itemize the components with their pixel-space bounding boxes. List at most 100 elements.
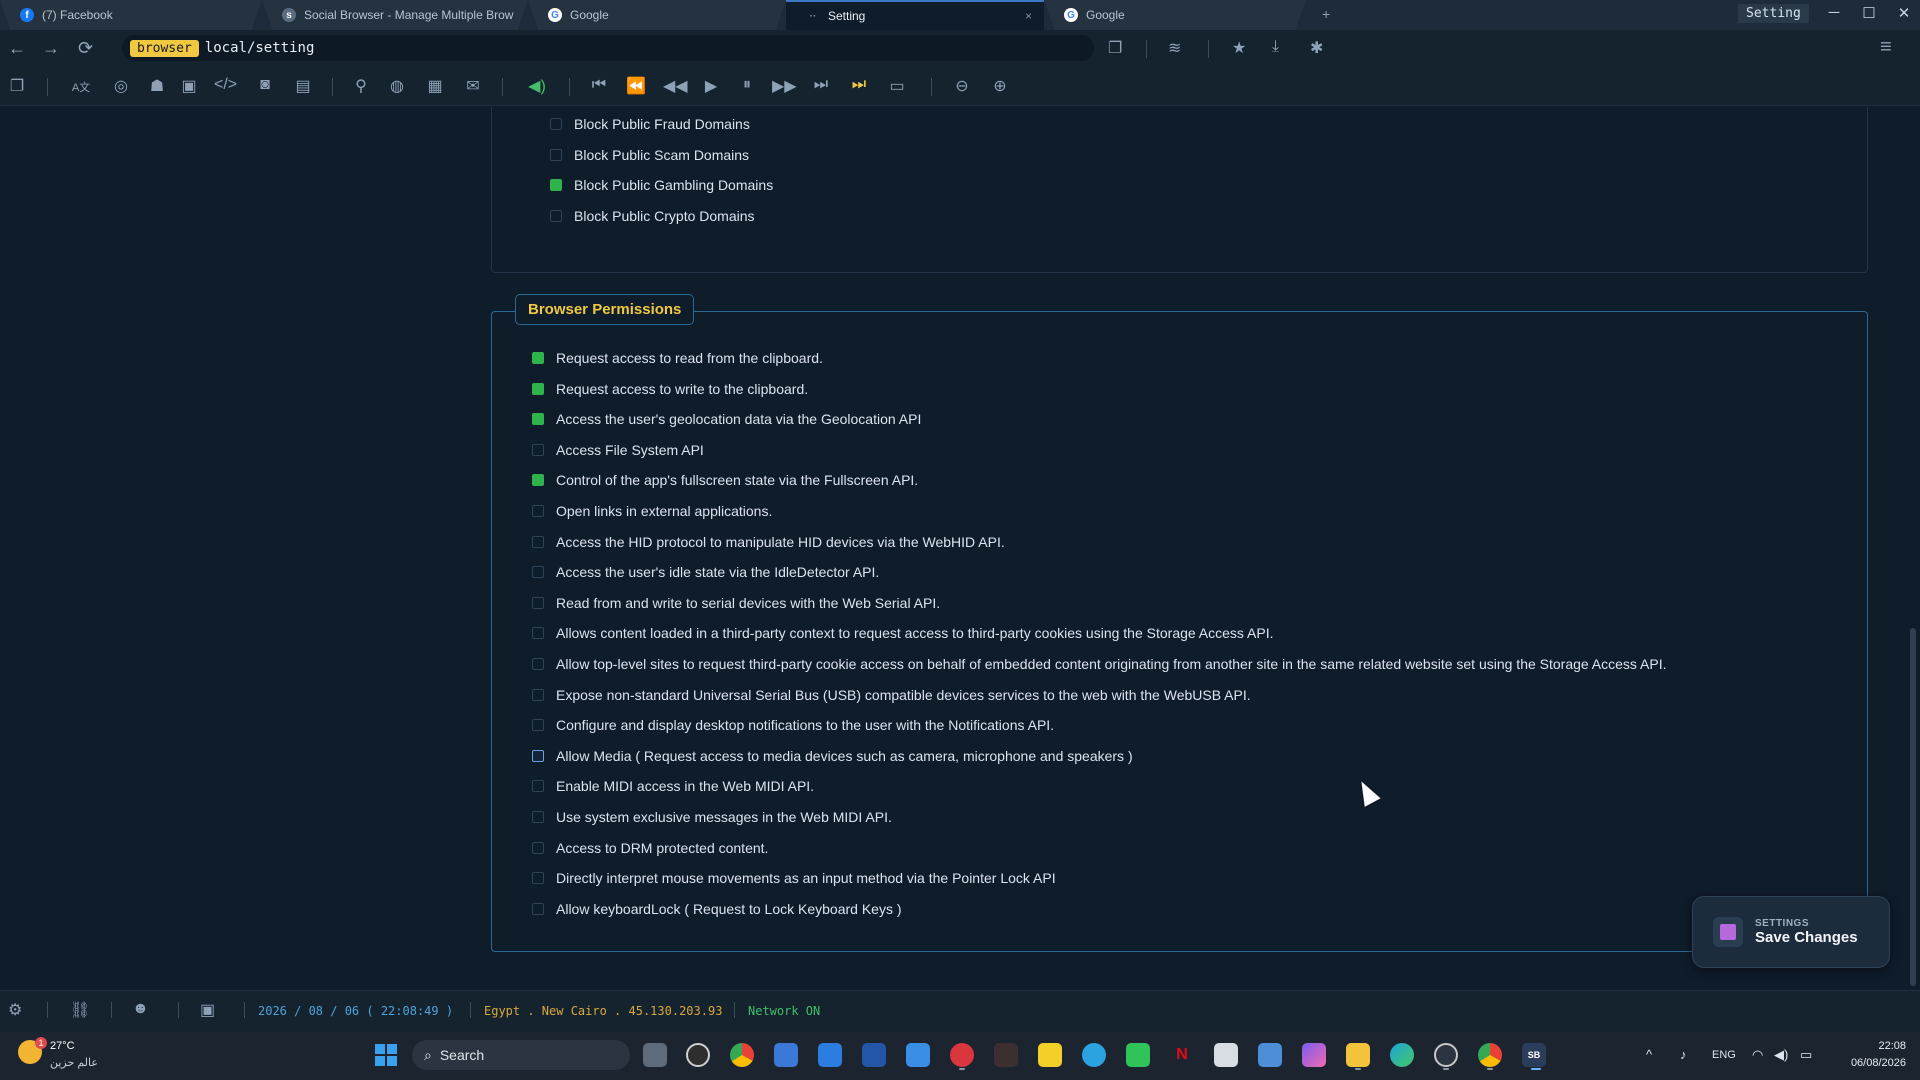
bookmark-star-icon[interactable]: ★ — [1232, 38, 1246, 58]
close-window-button[interactable]: ✕ — [1894, 4, 1914, 22]
red-app-icon[interactable] — [950, 1043, 974, 1067]
tab-facebook[interactable]: f (7) Facebook — [0, 0, 262, 30]
permission-option[interactable]: Allow Media ( Request access to media de… — [532, 748, 1133, 764]
permission-option[interactable]: Open links in external applications. — [532, 503, 772, 519]
permission-option[interactable]: Enable MIDI access in the Web MIDI API. — [532, 778, 814, 794]
minimize-button[interactable]: ─ — [1824, 4, 1844, 21]
location-pin-icon[interactable]: ⚲ — [350, 76, 372, 96]
task-view-icon[interactable] — [643, 1043, 667, 1067]
store-icon[interactable] — [774, 1043, 798, 1067]
language-indicator[interactable]: ENG — [1712, 1049, 1736, 1061]
globe-icon[interactable]: ◍ — [386, 76, 408, 96]
tab-setting[interactable]: ·· Setting × — [786, 0, 1044, 30]
microphone-icon[interactable]: ♪ — [1680, 1047, 1687, 1062]
screen-icon[interactable]: ▭ — [886, 76, 908, 96]
pause-icon[interactable]: ⏸ — [736, 76, 758, 94]
checkbox[interactable] — [532, 902, 544, 915]
checkbox[interactable] — [532, 841, 544, 854]
checkbox[interactable] — [532, 474, 544, 487]
checkbox[interactable] — [532, 780, 544, 793]
chrome-profile-icon[interactable] — [1478, 1043, 1502, 1067]
copy-icon[interactable]: ❐ — [1108, 38, 1122, 58]
users-icon[interactable]: ☻ — [132, 1000, 149, 1018]
checkbox[interactable] — [532, 505, 544, 517]
checkbox[interactable] — [532, 382, 544, 395]
telegram-icon[interactable] — [1082, 1043, 1106, 1067]
checkbox[interactable] — [550, 148, 562, 161]
netflix-icon[interactable]: N — [1170, 1043, 1194, 1067]
permission-option[interactable]: Access the user's idle state via the Idl… — [532, 564, 879, 580]
new-tab-button[interactable]: + — [1322, 6, 1330, 22]
chatgpt-icon[interactable] — [686, 1043, 710, 1067]
download-icon[interactable]: ⤓ — [1272, 38, 1279, 56]
next-icon[interactable]: ⏭ — [810, 76, 832, 94]
checkbox[interactable] — [532, 658, 544, 670]
chrome-taskbar-icon[interactable] — [730, 1043, 754, 1067]
checkbox[interactable] — [550, 117, 562, 130]
speaker-icon[interactable]: ◀) — [1774, 1047, 1788, 1063]
start-button[interactable] — [375, 1044, 397, 1066]
permission-option[interactable]: Access the user's geolocation data via t… — [532, 411, 921, 427]
checkbox[interactable] — [550, 179, 562, 192]
permission-option[interactable]: Access the HID protocol to manipulate HI… — [532, 534, 1005, 550]
zoom-in-icon[interactable]: ⊕ — [989, 76, 1011, 96]
permission-option[interactable]: Control of the app's fullscreen state vi… — [532, 472, 918, 488]
permission-option[interactable]: Allow keyboardLock ( Request to Lock Key… — [532, 901, 902, 917]
zoom-out-icon[interactable]: ⊖ — [951, 76, 973, 96]
sticky-notes-icon[interactable] — [1038, 1043, 1062, 1067]
settings-gear-icon[interactable]: ⚙ — [8, 1000, 22, 1020]
permission-option[interactable]: Block Public Gambling Domains — [550, 177, 773, 193]
toolbox-icon[interactable]: ▦ — [424, 76, 446, 96]
permission-option[interactable]: Allow top-level sites to request third-p… — [532, 656, 1667, 672]
fast-forward-icon[interactable]: ▶▶ — [772, 76, 797, 96]
permission-option[interactable]: Access File System API — [532, 442, 704, 458]
permission-option[interactable]: Block Public Scam Domains — [550, 147, 749, 163]
remote-desktop-icon[interactable] — [1258, 1043, 1282, 1067]
checkbox[interactable] — [532, 719, 544, 732]
scrollbar-thumb[interactable] — [1910, 628, 1916, 986]
edge-icon[interactable] — [1390, 1043, 1414, 1067]
close-tab-icon[interactable]: × — [1025, 9, 1032, 23]
battery-icon[interactable]: ▭ — [1800, 1047, 1812, 1063]
save-changes-button[interactable]: SETTINGS Save Changes — [1692, 896, 1890, 968]
checkbox[interactable] — [532, 688, 544, 701]
code-icon[interactable]: </> — [214, 76, 237, 94]
checkbox[interactable] — [532, 352, 544, 364]
chrome-icon[interactable]: ◎ — [110, 76, 132, 96]
ghost-icon[interactable]: ☗ — [146, 76, 168, 96]
volume-icon[interactable]: ◀) — [526, 76, 548, 96]
save-icon[interactable]: ▤ — [292, 76, 314, 96]
back-icon[interactable]: ← — [8, 38, 26, 59]
play-icon[interactable]: ▶ — [700, 76, 722, 96]
file-explorer-icon[interactable] — [1346, 1043, 1370, 1067]
translate-icon[interactable]: A文 — [70, 79, 92, 95]
github-icon[interactable] — [1434, 1043, 1458, 1067]
permission-option[interactable]: Expose non-standard Universal Serial Bus… — [532, 687, 1251, 703]
tab-social-browser[interactable]: s Social Browser - Manage Multiple Brow — [262, 0, 528, 30]
link-icon[interactable]: ⛓ — [70, 1000, 90, 1020]
clock-date[interactable]: 06/08/2026 — [1846, 1057, 1906, 1069]
copilot-icon[interactable] — [1302, 1043, 1326, 1067]
permission-option[interactable]: Access to DRM protected content. — [532, 840, 768, 856]
checkbox[interactable] — [532, 872, 544, 885]
checkbox[interactable] — [532, 566, 544, 579]
windows-icon[interactable]: ❐ — [6, 76, 28, 96]
permission-option[interactable]: Block Public Fraud Domains — [550, 116, 750, 132]
permission-option[interactable]: Read from and write to serial devices wi… — [532, 595, 940, 611]
azure-icon[interactable] — [862, 1043, 886, 1067]
mail-icon[interactable]: ✉ — [462, 76, 484, 96]
wifi-icon[interactable]: ◠ — [1752, 1047, 1763, 1063]
permission-option[interactable]: Request access to read from the clipboar… — [532, 350, 823, 366]
extension-icon[interactable]: ✱ — [1310, 38, 1323, 58]
photos-icon[interactable] — [906, 1043, 930, 1067]
rewind-icon[interactable]: ◀◀ — [663, 76, 688, 96]
camera-icon[interactable]: ◙ — [254, 76, 276, 94]
permission-option[interactable]: Allows content loaded in a third-party c… — [532, 625, 1274, 641]
maximize-button[interactable]: ☐ — [1859, 4, 1879, 22]
permission-option[interactable]: Request access to write to the clipboard… — [532, 381, 808, 397]
taskbar-search[interactable]: ⌕ Search — [412, 1040, 630, 1070]
social-browser-taskbar-icon[interactable]: SB — [1522, 1043, 1546, 1067]
robot-icon[interactable]: ▣ — [200, 1000, 215, 1020]
outlook-icon[interactable] — [818, 1043, 842, 1067]
checkbox[interactable] — [532, 596, 544, 609]
